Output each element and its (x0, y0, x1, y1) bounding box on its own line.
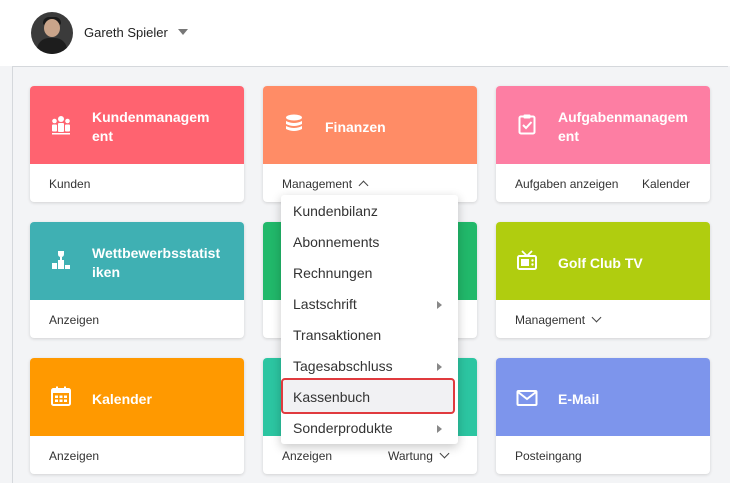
link-anzeigen[interactable]: Anzeigen (49, 313, 99, 327)
submenu-arrow-icon (437, 301, 442, 309)
card-finanzen: Finanzen Management (263, 86, 477, 202)
avatar-head (44, 19, 60, 37)
card-kalender: Kalender Anzeigen (30, 358, 244, 474)
tv-icon (517, 250, 537, 270)
menu-item-lastschrift[interactable]: Lastschrift (281, 289, 458, 320)
menu-item-tagesabschluss[interactable]: Tagesabschluss (281, 351, 458, 382)
card-footer: Anzeigen (30, 436, 244, 474)
avatar-body (37, 38, 67, 54)
card-title: Finanzen (325, 119, 386, 135)
menu-item-rechnungen[interactable]: Rechnungen (281, 258, 458, 289)
menu-item-label: Tagesabschluss (293, 358, 393, 374)
card-header[interactable]: Finanzen (263, 86, 477, 164)
card-footer: Anzeigen (30, 300, 244, 338)
chevron-up-icon (358, 180, 369, 191)
card-kundenmanagement: Kundenmanagem ent Kunden (30, 86, 244, 202)
card-wettbewerbsstatistiken: Wettbewerbsstatist iken Anzeigen (30, 222, 244, 338)
menu-item-label: Kundenbilanz (293, 203, 378, 219)
link-anzeigen[interactable]: Anzeigen (49, 449, 99, 463)
card-footer: Management (496, 300, 710, 338)
link-posteingang[interactable]: Posteingang (515, 449, 582, 463)
card-header[interactable]: Aufgabenmanagem ent (496, 86, 710, 164)
card-title: Aufgabenmanagem ent (558, 109, 688, 144)
finanzen-management-menu: Kundenbilanz Abonnements Rechnungen Last… (281, 195, 458, 444)
menu-item-sonderprodukte[interactable]: Sonderprodukte (281, 413, 458, 444)
podium-trophy-icon (52, 251, 70, 269)
user-name[interactable]: Gareth Spieler (84, 25, 168, 40)
card-header[interactable]: Golf Club TV (496, 222, 710, 300)
card-title: Kundenmanagem ent (92, 109, 210, 144)
management-dropdown[interactable]: Management (282, 177, 369, 191)
card-title: Wettbewerbsstatist iken (92, 245, 221, 280)
card-aufgabenmanagement: Aufgabenmanagem ent Aufgaben anzeigen Ka… (496, 86, 710, 202)
submenu-arrow-icon (437, 425, 442, 433)
menu-item-kassenbuch[interactable]: Kassenbuch (281, 382, 458, 413)
top-bar: Gareth Spieler (0, 0, 730, 66)
card-header[interactable]: Wettbewerbsstatist iken (30, 222, 244, 300)
card-title: E-Mail (558, 391, 600, 407)
wartung-dropdown[interactable]: Wartung (388, 448, 450, 463)
header-divider (12, 66, 728, 67)
menu-item-label: Abonnements (293, 234, 380, 250)
menu-item-transaktionen[interactable]: Transaktionen (281, 320, 458, 351)
card-golf-club-tv: Golf Club TV Management (496, 222, 710, 338)
coin-stack-icon (286, 114, 302, 131)
link-anzeigen[interactable]: Anzeigen (282, 449, 332, 463)
card-title: Golf Club TV (558, 255, 643, 271)
avatar[interactable] (31, 12, 73, 54)
management-dropdown[interactable]: Management (515, 312, 602, 327)
menu-item-abonnements[interactable]: Abonnements (281, 227, 458, 258)
group-icon (52, 116, 70, 135)
menu-item-label: Transaktionen (293, 327, 382, 343)
management-label: Management (515, 313, 586, 327)
card-footer: Kunden (30, 164, 244, 202)
menu-item-label: Kassenbuch (293, 389, 371, 405)
link-aufgaben-anzeigen[interactable]: Aufgaben anzeigen (515, 177, 618, 191)
card-header[interactable]: Kundenmanagem ent (30, 86, 244, 164)
menu-item-kundenbilanz[interactable]: Kundenbilanz (281, 196, 458, 227)
chevron-down-icon (439, 448, 450, 459)
submenu-arrow-icon (437, 363, 442, 371)
card-footer: Aufgaben anzeigen Kalender (496, 164, 710, 202)
chevron-down-icon (591, 312, 602, 323)
card-header[interactable]: Kalender (30, 358, 244, 436)
wartung-label: Wartung (388, 449, 433, 463)
menu-item-label: Sonderprodukte (293, 420, 393, 436)
clipboard-check-icon (518, 114, 536, 135)
card-title: Kalender (92, 391, 152, 407)
link-kunden[interactable]: Kunden (49, 177, 90, 191)
user-menu-caret-icon[interactable] (178, 29, 188, 35)
content-left-border (12, 66, 13, 483)
link-kalender[interactable]: Kalender (642, 177, 690, 191)
card-email: E-Mail Posteingang (496, 358, 710, 474)
card-header[interactable]: E-Mail (496, 358, 710, 436)
menu-item-label: Rechnungen (293, 265, 373, 281)
envelope-icon (516, 390, 538, 406)
management-label: Management (282, 177, 353, 191)
menu-item-label: Lastschrift (293, 296, 357, 312)
card-footer: Posteingang (496, 436, 710, 474)
calendar-icon (51, 386, 71, 406)
